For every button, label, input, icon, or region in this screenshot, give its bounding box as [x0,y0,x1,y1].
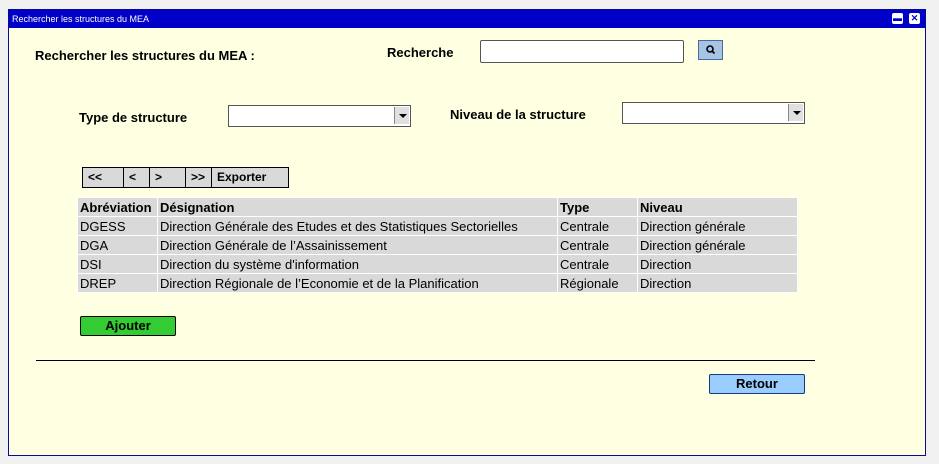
search-button[interactable] [698,40,723,60]
cell-designation: Direction Générale de l’Assainissement [157,235,558,255]
table-header-row: Abréviation Désignation Type Niveau [77,197,798,217]
search-input[interactable] [480,40,684,63]
structures-table: Abréviation Désignation Type Niveau DGES… [77,197,798,293]
title-bar: Rechercher les structures du MEA ▬ ✕ [9,10,925,28]
magnifier-icon [706,45,716,55]
cell-niveau: Direction [637,254,798,274]
main-window: Rechercher les structures du MEA ▬ ✕ Rec… [8,9,926,456]
cell-type: Centrale [557,235,638,255]
cell-abreviation: DGA [77,235,158,255]
window-title: Rechercher les structures du MEA [12,14,150,24]
table-row[interactable]: DGA Direction Générale de l’Assainisseme… [77,235,798,255]
column-header-abreviation[interactable]: Abréviation [77,197,158,217]
search-label: Recherche [387,45,454,60]
type-select[interactable] [228,105,411,127]
chevron-down-icon[interactable] [788,104,803,121]
add-button[interactable]: Ajouter [80,316,176,336]
chevron-down-icon[interactable] [394,107,409,124]
cell-abreviation: DGESS [77,216,158,236]
page-heading: Rechercher les structures du MEA : [35,48,255,63]
divider [36,360,815,361]
pagination-bar: << < > >> Exporter [82,167,289,188]
next-page-button[interactable]: > [150,168,186,187]
cell-type: Régionale [557,273,638,293]
minimize-icon[interactable]: ▬ [892,13,903,24]
table-row[interactable]: DGESS Direction Générale des Etudes et d… [77,216,798,236]
cell-designation: Direction Générale des Etudes et des Sta… [157,216,558,236]
type-label: Type de structure [79,110,188,125]
first-page-button[interactable]: << [83,168,124,187]
close-icon[interactable]: ✕ [909,13,920,24]
column-header-type[interactable]: Type [557,197,638,217]
cell-niveau: Direction générale [637,235,798,255]
back-button[interactable]: Retour [709,374,805,394]
cell-niveau: Direction [637,273,798,293]
cell-designation: Direction du système d'information [157,254,558,274]
niveau-select[interactable] [622,102,805,124]
table-row[interactable]: DSI Direction du système d'information C… [77,254,798,274]
cell-abreviation: DSI [77,254,158,274]
cell-niveau: Direction générale [637,216,798,236]
niveau-label: Niveau de la structure [450,107,586,122]
column-header-designation[interactable]: Désignation [157,197,558,217]
cell-abreviation: DREP [77,273,158,293]
export-button[interactable]: Exporter [212,168,288,187]
cell-type: Centrale [557,216,638,236]
table-row[interactable]: DREP Direction Régionale de l’Economie e… [77,273,798,293]
prev-page-button[interactable]: < [124,168,150,187]
column-header-niveau[interactable]: Niveau [637,197,798,217]
cell-designation: Direction Régionale de l’Economie et de … [157,273,558,293]
last-page-button[interactable]: >> [186,168,212,187]
cell-type: Centrale [557,254,638,274]
